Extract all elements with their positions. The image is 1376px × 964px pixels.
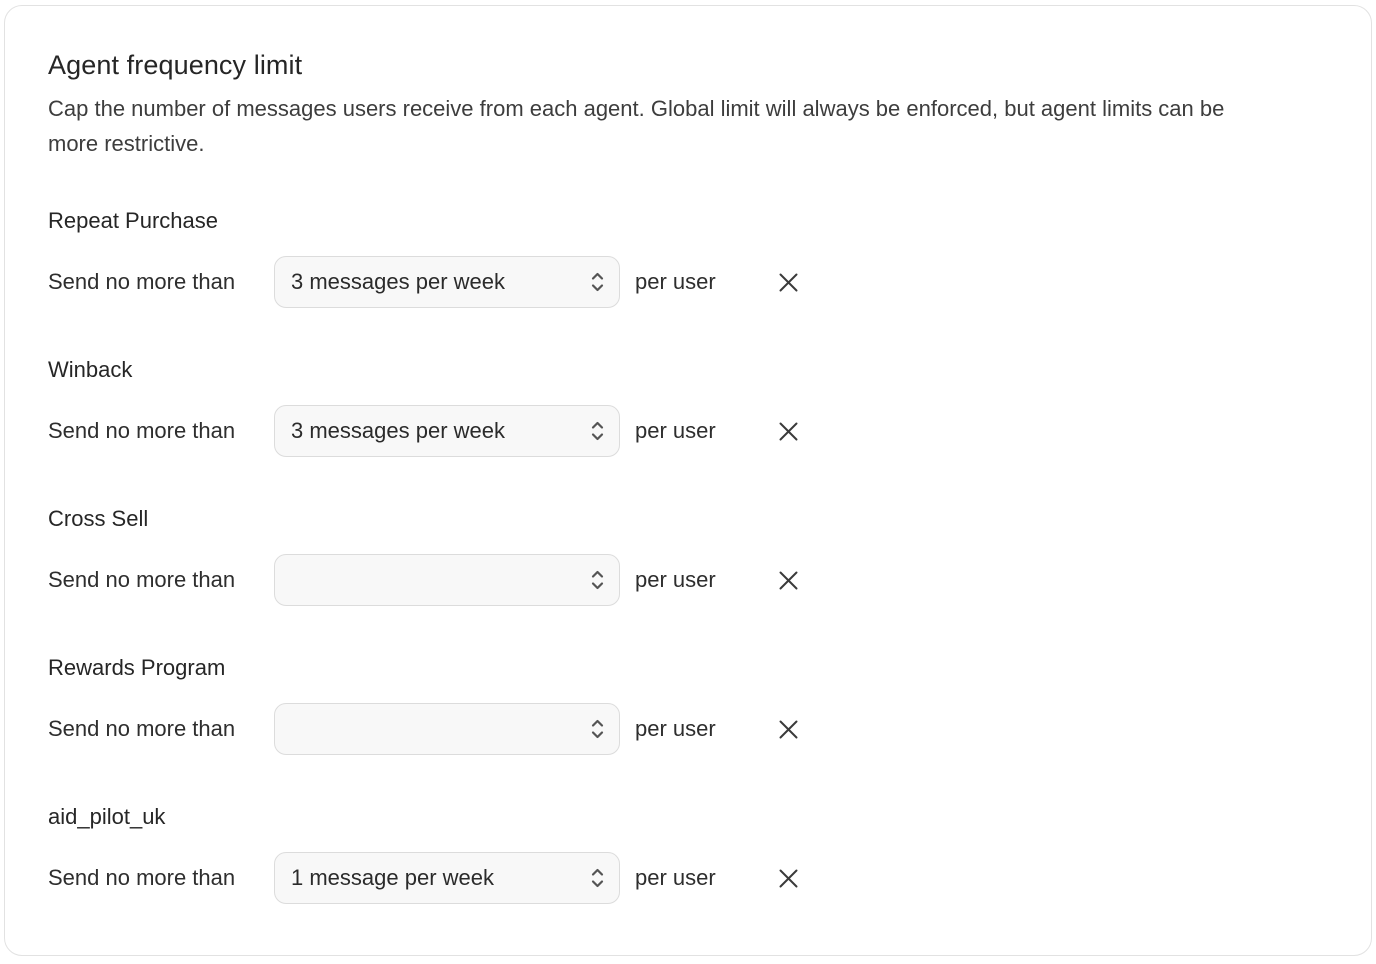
remove-limit-button[interactable]	[773, 416, 804, 447]
close-x-icon	[775, 716, 802, 743]
agent-frequency-limit-card: Agent frequency limit Cap the number of …	[4, 5, 1372, 956]
frequency-suffix-label: per user	[635, 269, 716, 295]
close-x-icon	[775, 865, 802, 892]
frequency-select[interactable]: 3 messages per week	[274, 405, 620, 457]
close-x-icon	[775, 269, 802, 296]
frequency-suffix-label: per user	[635, 567, 716, 593]
remove-limit-button[interactable]	[773, 565, 804, 596]
agent-section: Rewards Program Send no more than per us…	[48, 655, 1331, 755]
frequency-select[interactable]: 3 messages per week	[274, 256, 620, 308]
frequency-prefix-label: Send no more than	[48, 418, 274, 444]
agent-name: aid_pilot_uk	[48, 804, 1331, 830]
up-down-chevron-icon	[589, 568, 606, 592]
remove-limit-button[interactable]	[773, 714, 804, 745]
frequency-select-value: 3 messages per week	[291, 418, 505, 444]
frequency-select-value: 1 message per week	[291, 865, 494, 891]
frequency-select[interactable]	[274, 554, 620, 606]
agent-section: aid_pilot_uk Send no more than 1 message…	[48, 804, 1331, 904]
agent-name: Cross Sell	[48, 506, 1331, 532]
frequency-prefix-label: Send no more than	[48, 269, 274, 295]
remove-limit-button[interactable]	[773, 267, 804, 298]
frequency-select[interactable]: 1 message per week	[274, 852, 620, 904]
agent-section: Repeat Purchase Send no more than 3 mess…	[48, 208, 1331, 308]
agent-section: Cross Sell Send no more than per user	[48, 506, 1331, 606]
frequency-prefix-label: Send no more than	[48, 865, 274, 891]
frequency-row: Send no more than per user	[48, 554, 1331, 606]
up-down-chevron-icon	[589, 419, 606, 443]
frequency-select-value: 3 messages per week	[291, 269, 505, 295]
frequency-row: Send no more than per user	[48, 703, 1331, 755]
frequency-suffix-label: per user	[635, 716, 716, 742]
frequency-suffix-label: per user	[635, 865, 716, 891]
up-down-chevron-icon	[589, 717, 606, 741]
agent-name: Winback	[48, 357, 1331, 383]
agent-name: Rewards Program	[48, 655, 1331, 681]
frequency-row: Send no more than 3 messages per week pe…	[48, 405, 1331, 457]
close-x-icon	[775, 418, 802, 445]
frequency-prefix-label: Send no more than	[48, 567, 274, 593]
remove-limit-button[interactable]	[773, 863, 804, 894]
agent-name: Repeat Purchase	[48, 208, 1331, 234]
page-title: Agent frequency limit	[48, 50, 1331, 81]
frequency-prefix-label: Send no more than	[48, 716, 274, 742]
frequency-suffix-label: per user	[635, 418, 716, 444]
up-down-chevron-icon	[589, 270, 606, 294]
page-description: Cap the number of messages users receive…	[48, 91, 1263, 161]
up-down-chevron-icon	[589, 866, 606, 890]
frequency-row: Send no more than 1 message per week per…	[48, 852, 1331, 904]
frequency-select[interactable]	[274, 703, 620, 755]
close-x-icon	[775, 567, 802, 594]
frequency-row: Send no more than 3 messages per week pe…	[48, 256, 1331, 308]
agent-section: Winback Send no more than 3 messages per…	[48, 357, 1331, 457]
